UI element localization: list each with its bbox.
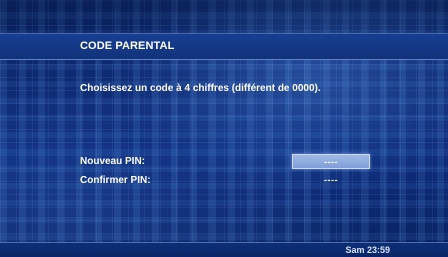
- header-band: [0, 33, 448, 60]
- clock: Sam 23:59: [345, 245, 390, 255]
- new-pin-label: Nouveau PIN:: [80, 156, 146, 167]
- tv-menu-screen: CODE PARENTAL Choisissez un code à 4 chi…: [0, 0, 448, 257]
- new-pin-field[interactable]: ----: [292, 154, 370, 169]
- confirm-pin-field[interactable]: ----: [292, 173, 370, 188]
- confirm-pin-label: Confirmer PIN:: [80, 175, 151, 186]
- top-bar: [0, 0, 448, 33]
- instruction-text: Choisissez un code à 4 chiffres (différe…: [80, 83, 321, 94]
- page-title: CODE PARENTAL: [80, 40, 175, 52]
